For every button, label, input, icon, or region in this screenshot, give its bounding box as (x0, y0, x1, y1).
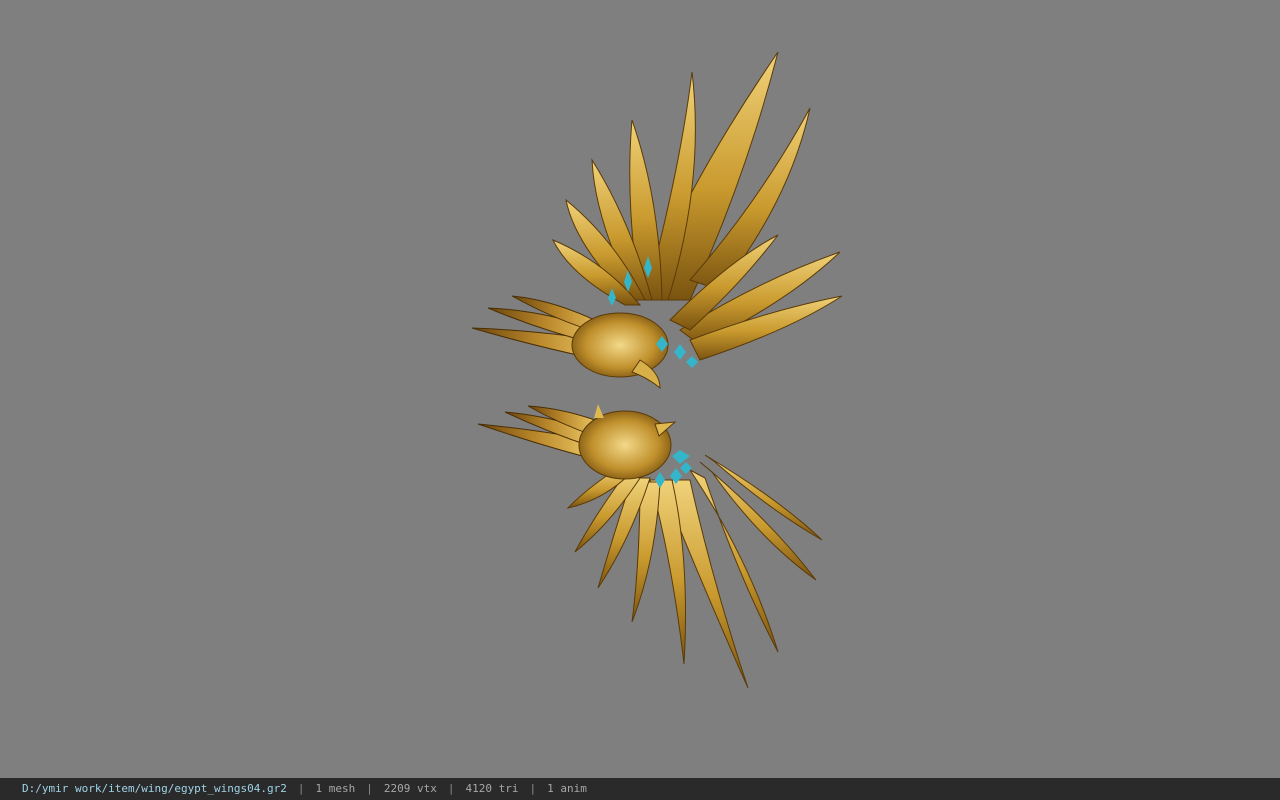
upper-wing (471, 51, 843, 390)
separator: | (366, 782, 373, 795)
mesh-count: 1 mesh (315, 782, 356, 795)
separator: | (297, 782, 305, 795)
triangle-count: 4120 tri (465, 782, 519, 795)
file-path: D:/ymir work/item/wing/egypt_wings04.gr2 (22, 782, 287, 795)
3d-viewport[interactable] (0, 0, 1280, 778)
separator: | (529, 782, 537, 795)
separator: | (447, 782, 455, 795)
lower-wing (477, 404, 823, 689)
anim-count: 1 anim (547, 782, 587, 795)
vertex-count: 2209 vtx (383, 782, 437, 795)
wing-model[interactable] (0, 0, 1280, 778)
status-bar: D:/ymir work/item/wing/egypt_wings04.gr2… (0, 778, 1280, 800)
